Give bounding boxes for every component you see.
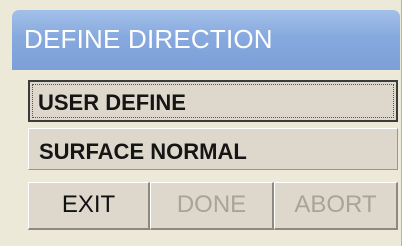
window-title: DEFINE DIRECTION (24, 24, 273, 54)
abort-button[interactable]: ABORT (274, 182, 398, 230)
title-bar: DEFINE DIRECTION (12, 10, 400, 70)
menu-item-label: USER DEFINE (38, 90, 186, 115)
done-button[interactable]: DONE (150, 182, 274, 230)
define-direction-panel: DEFINE DIRECTION USER DEFINE SURFACE NOR… (0, 0, 402, 246)
menu-item-user-define[interactable]: USER DEFINE (28, 80, 398, 122)
menu-item-surface-normal[interactable]: SURFACE NORMAL (28, 128, 398, 170)
exit-button[interactable]: EXIT (28, 182, 150, 230)
menu-item-label: SURFACE NORMAL (39, 139, 247, 164)
